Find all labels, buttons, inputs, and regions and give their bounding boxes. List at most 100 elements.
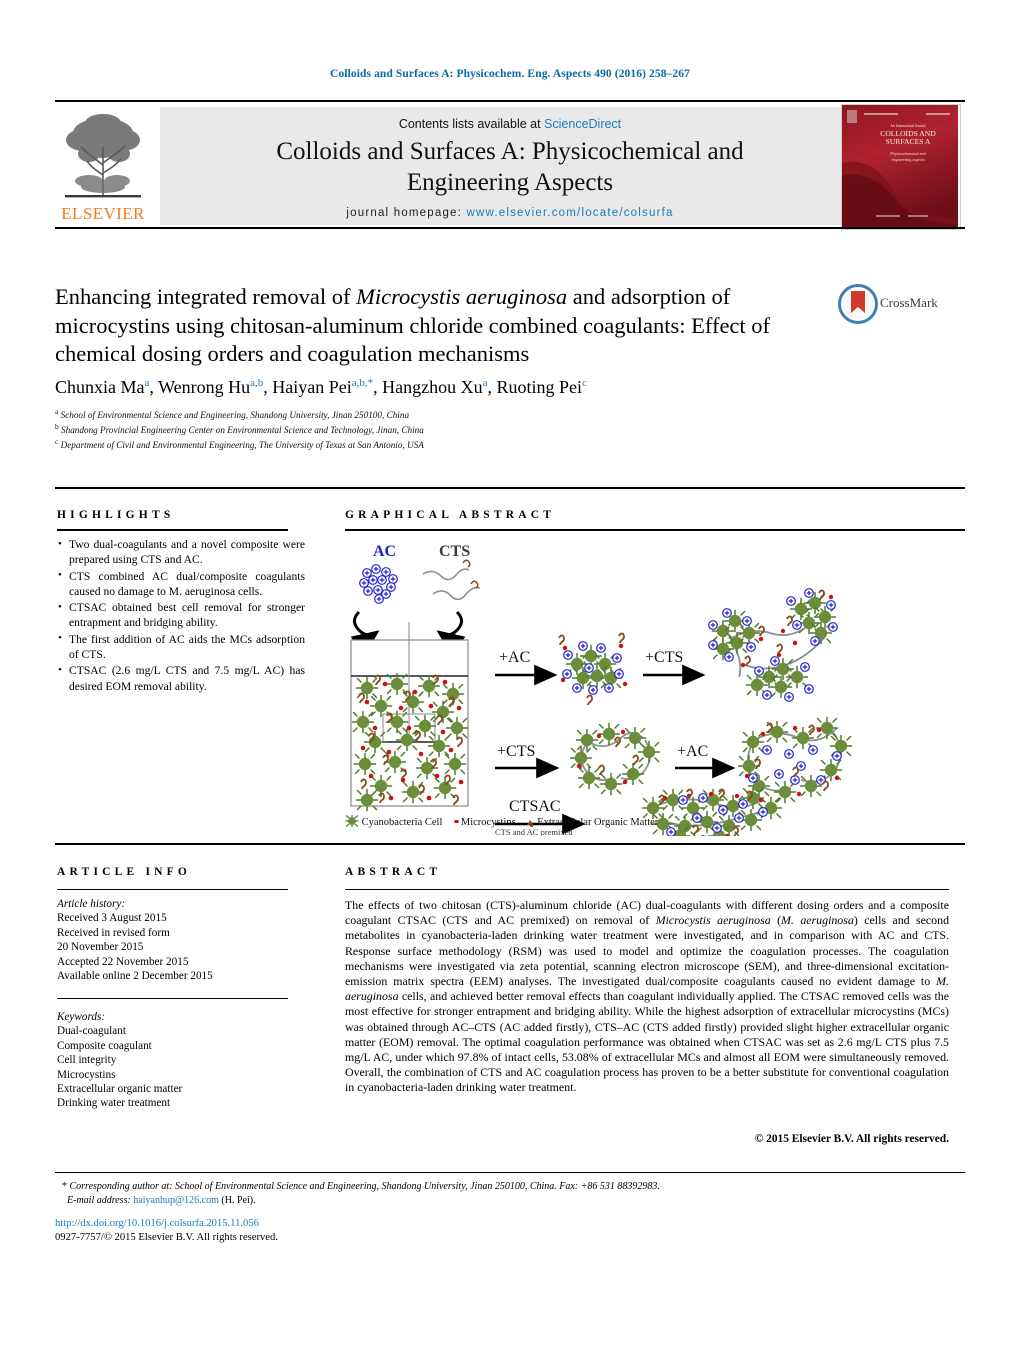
elsevier-tree-icon (65, 114, 141, 198)
corresponding-author-note: * Corresponding author at: School of Env… (62, 1180, 962, 1207)
journal-article-page: Colloids and Surfaces A: Physicochem. En… (0, 0, 1020, 1351)
affiliation-list: a School of Environmental Science and En… (55, 406, 815, 452)
history-item: Received in revised form (57, 926, 170, 939)
page-title: Enhancing integrated removal of Microcys… (55, 283, 815, 369)
copyright-line: © 2015 Elsevier B.V. All rights reserved… (754, 1133, 949, 1145)
email-owner: (H. Pei). (221, 1194, 256, 1206)
author-affiliation-marks: c (582, 376, 587, 389)
legend-label-mc: Microcystins (460, 817, 516, 828)
article-info-heading: ARTICLE INFO (57, 866, 192, 878)
affiliation-item: b Shandong Provincial Engineering Center… (55, 421, 815, 436)
highlight-text: CTSAC obtained best cell removal for str… (69, 601, 305, 630)
affiliation-item: c Department of Civil and Environmental … (55, 436, 815, 451)
email-link[interactable]: haiyanhup@126.com (133, 1195, 219, 1206)
banner-bottom-rule (55, 227, 965, 229)
title-block: Enhancing integrated removal of Microcys… (55, 283, 815, 452)
author-name: Ruoting Pei (496, 376, 583, 397)
legend-label-eom: Extracellular Organic Matter (537, 817, 659, 828)
keywords-label: Keywords: (57, 1011, 106, 1023)
journal-title-line1: Colloids and Surfaces A: Physicochemical… (276, 138, 744, 165)
ga-arrow-label-3: +CTS (497, 743, 535, 760)
title-italic-species: Microcystis aeruginosa (356, 284, 568, 309)
homepage-url-link[interactable]: www.elsevier.com/locate/colsurfa (466, 207, 673, 219)
microcystin-icon (454, 820, 459, 823)
keyword-item: Extracellular organic matter (57, 1083, 183, 1096)
affiliation-text: School of Environmental Science and Engi… (60, 409, 410, 420)
keyword-item: Microcystins (57, 1068, 116, 1081)
highlights-rule (57, 529, 288, 532)
affiliation-mark: a (55, 406, 59, 416)
keyword-item: Composite coagulant (57, 1039, 152, 1052)
article-history-block: Article history: Received 3 August 2015 … (57, 897, 305, 983)
journal-title-line2: Engineering Aspects (406, 169, 614, 196)
ga-arrow-label-5: CTSAC (509, 798, 561, 815)
elsevier-logo: ELSEVIER (57, 107, 149, 225)
article-history-label: Article history: (57, 898, 126, 910)
author-separator: , (263, 376, 273, 397)
cyanobacteria-cell-icon (345, 814, 359, 828)
crossmark-label: CrossMark (880, 295, 938, 310)
author-entry: Wenrong Hua,b, (158, 377, 272, 397)
list-item: Two dual-coagulants and a novel composit… (57, 537, 305, 568)
history-item: Accepted 22 November 2015 (57, 955, 189, 968)
issn-copyright-line: 0927-7757/© 2015 Elsevier B.V. All right… (55, 1232, 278, 1243)
doi-link[interactable]: http://dx.doi.org/10.1016/j.colsurfa.201… (55, 1218, 259, 1229)
eom-icon (527, 820, 534, 828)
list-item: CTSAC obtained best cell removal for str… (57, 600, 305, 631)
list-item: CTS combined AC dual/composite coagulant… (57, 568, 305, 600)
author-separator: , (487, 376, 497, 397)
svg-text:SURFACES A: SURFACES A (886, 137, 931, 146)
author-name: Chunxia Ma (55, 376, 145, 397)
ga-arrow-label-2: +CTS (645, 649, 683, 666)
highlight-text: The first addition of AC aids the MCs ad… (69, 632, 305, 662)
graphical-abstract-figure: AC CTS +AC +CTS +CTS +AC CTSAC CTS and A… (345, 536, 955, 848)
svg-text:An International Journal: An International Journal (890, 124, 925, 128)
author-name: Haiyan Pei (272, 376, 352, 397)
crossmark-icon (838, 284, 878, 324)
journal-homepage-line: journal homepage: www.elsevier.com/locat… (160, 207, 860, 219)
author-affiliation-marks: a,b,* (351, 376, 374, 389)
affiliation-mark: c (55, 437, 59, 447)
keyword-item: Drinking water treatment (57, 1097, 171, 1110)
abstract-text: The effects of two chitosan (CTS)-alumin… (345, 898, 949, 1096)
corresponding-marker: * (62, 1181, 67, 1192)
crossmark-badge[interactable]: CrossMark (838, 284, 956, 324)
highlights-heading: HIGHLIGHTS (57, 509, 175, 521)
email-label: E-mail address: (67, 1194, 131, 1206)
list-item: The first addition of AC aids the MCs ad… (57, 631, 305, 663)
graphical-abstract-rule (345, 529, 965, 532)
banner-center-panel: Contents lists available at ScienceDirec… (160, 107, 860, 225)
author-list: Chunxia Maa, Wenrong Hua,b, Haiyan Peia,… (55, 372, 815, 399)
author-entry: Haiyan Peia,b,*, (272, 377, 382, 397)
cover-artwork: An International Journal COLLOIDS AND SU… (842, 105, 958, 227)
article-info-rule (57, 889, 288, 891)
title-segment-1: Enhancing integrated removal of (55, 284, 357, 309)
graphical-abstract-heading: GRAPHICAL ABSTRACT (345, 509, 556, 521)
author-name: Wenrong Hu (158, 376, 251, 397)
svg-text:AC: AC (373, 543, 396, 560)
section-divider-top (55, 487, 965, 489)
running-head: Colloids and Surfaces A: Physicochem. En… (330, 68, 690, 80)
history-item: Available online 2 December 2015 (57, 970, 213, 983)
abstract-seg-2: ( (770, 913, 782, 928)
keywords-block: Keywords: Dual-coagulant Composite coagu… (57, 1010, 305, 1111)
affiliation-mark: b (55, 421, 59, 431)
footer-rule (55, 1172, 965, 1174)
contents-available-line: Contents lists available at ScienceDirec… (160, 117, 860, 131)
author-name: Hangzhou Xu (382, 376, 483, 397)
list-item: CTSAC (2.6 mg/L CTS and 7.5 mg/L AC) has… (57, 663, 305, 694)
svg-text:CTS: CTS (439, 543, 470, 560)
section-divider-middle (55, 843, 965, 845)
history-item: 20 November 2015 (57, 941, 144, 954)
sciencedirect-link[interactable]: ScienceDirect (544, 117, 621, 131)
legend-label-cell: Cyanobacteria Cell (361, 817, 443, 828)
homepage-label: journal homepage: (346, 207, 463, 219)
author-entry: Hangzhou Xua, (382, 377, 496, 397)
graphical-abstract-legend: Cyanobacteria Cell Microcystins Extracel… (345, 814, 659, 828)
highlight-text: CTS combined AC dual/composite coagulant… (69, 569, 305, 598)
author-entry: Chunxia Maa, (55, 377, 158, 397)
abstract-seg-4: cells, and achieved better removal effec… (345, 989, 949, 1095)
highlight-text: CTSAC (2.6 mg/L CTS and 7.5 mg/L AC) has… (69, 664, 305, 693)
corresponding-text: Corresponding author at: School of Envir… (69, 1181, 660, 1192)
abstract-rule (345, 889, 949, 891)
